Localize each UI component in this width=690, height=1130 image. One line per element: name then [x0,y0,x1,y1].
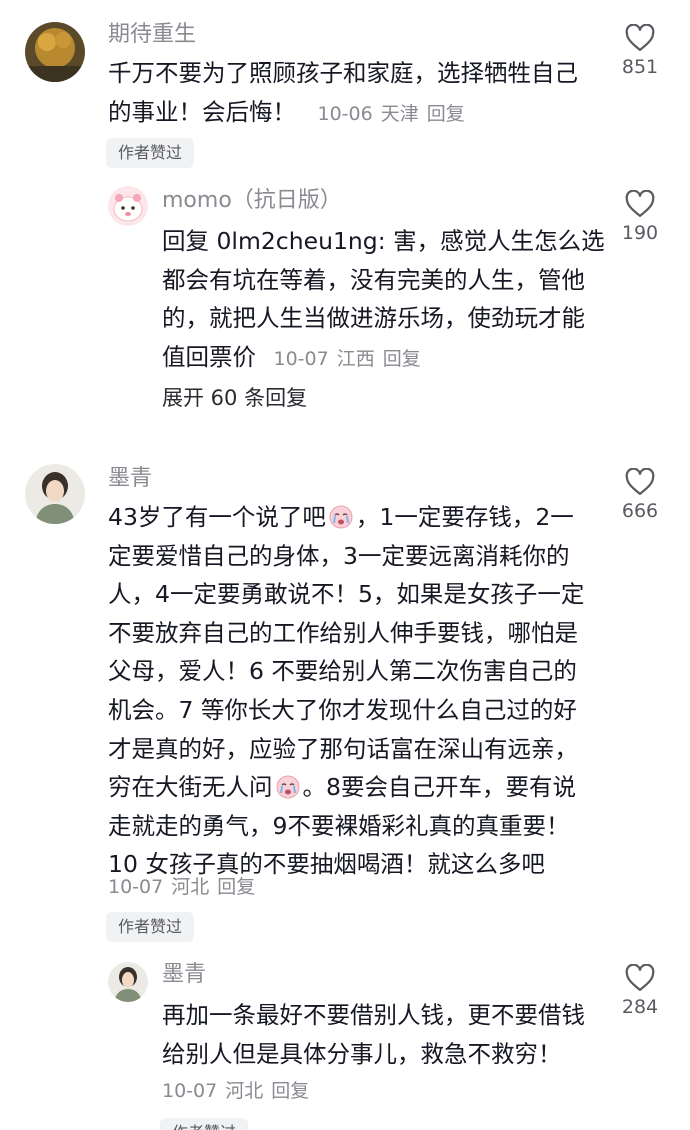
like-button[interactable]: 851 [612,24,668,78]
comment-date: 10-07 [108,876,164,898]
text-fragment: 的事业！会后悔！ [108,97,296,126]
crying-face-emoji-icon [329,505,353,529]
text-line: 人，4一定要勇敢说不！5，如果是女孩子一定 [108,580,585,609]
reply-text: 再加一条最好不要借别人钱，更不要借钱 给别人但是具体分事儿，救急不救穷！ [162,996,585,1073]
comment-date: 10-07 [273,347,329,370]
comment-meta: 10-07 河北 回复 [162,1076,317,1103]
comment-author[interactable]: 墨青 [108,464,152,494]
like-count: 284 [621,996,659,1018]
reply-link[interactable]: 回复 [383,348,421,370]
expand-replies-button[interactable]: 展开 60 条回复 [162,382,307,412]
text-fragment: 穷在大街无人问 [108,773,273,802]
comment-location: 江西 [336,347,375,370]
comment-date: 10-06 [317,102,373,125]
text-fragment: ，1一定要存钱，2一 [355,503,574,531]
text-line: 定要爱惜自己的身体，3一定要远离消耗你的 [108,541,570,570]
comment-text: 千万不要为了照顾孩子和家庭，选择牺牲自己 的事业！会后悔！ 10-06 天津 回复 [108,54,578,133]
text-line: 千万不要为了照顾孩子和家庭，选择牺牲自己 [108,59,578,87]
heart-outline-icon [625,190,655,217]
reply-author[interactable]: momo（抗日版） [162,186,342,216]
comment-location: 河北 [171,876,210,898]
comment-text: 43岁了有一个说了吧 ，1一定要存钱，2一 定要爱惜自己的身体，3一定要远离消耗你… [108,498,584,884]
like-count: 666 [621,500,659,522]
author-liked-tag: 作者赞过 [160,1118,249,1130]
text-line: 不要放弃自己的工作给别人伸手要钱，哪怕是 [108,618,578,647]
text-fragment: 43岁了有一个说了吧 [108,503,326,531]
like-button[interactable]: 190 [612,190,668,244]
reply-text: 回复 0lm2cheu1ng: 害，感觉人生怎么选 都会有坑在等着，没有完美的人… [162,222,605,378]
comment-meta: 10-07 河北 回复 [108,872,263,899]
text-line: 走就走的勇气，9不要裸婚彩礼真的真重要！ [108,811,570,840]
heart-outline-icon [625,964,655,991]
avatar[interactable] [108,186,148,226]
text-line: 回复 0lm2cheu1ng: 害，感觉人生怎么选 [162,227,605,255]
text-line: 再加一条最好不要借别人钱，更不要借钱 [162,1001,585,1029]
text-line: 父母，爱人！6 不要给别人第二次伤害自己的 [108,657,577,686]
like-count: 851 [621,56,659,78]
text-line: 给别人但是具体分事儿，救急不救穷！ [162,1039,562,1068]
author-liked-tag: 作者赞过 [106,138,195,168]
heart-outline-icon [625,24,655,51]
text-line: 穷在大街无人问 。8要会自己开车，要有说 [108,768,584,807]
text-fragment: 。8要会自己开车，要有说 [302,773,576,802]
reply-link[interactable]: 回复 [427,103,465,125]
text-line: 才是真的好，应验了那句话富在深山有远亲， [108,734,578,763]
comment-meta: 10-06 天津 回复 [317,103,472,125]
comment-meta: 10-07 江西 回复 [273,348,428,370]
reply-link[interactable]: 回复 [271,1080,309,1102]
like-count: 190 [621,222,659,244]
comment-date: 10-07 [162,1080,218,1102]
text-line: 43岁了有一个说了吧 ，1一定要存钱，2一 [108,498,584,537]
text-line: 都会有坑在等着，没有完美的人生，管他 [162,265,585,294]
reply-author[interactable]: 墨青 [162,960,206,990]
comment-location: 河北 [225,1080,264,1102]
text-line: 机会。7 等你长大了你才发现什么自己过的好 [108,695,577,724]
comment-author[interactable]: 期待重生 [108,20,196,50]
text-line: 的事业！会后悔！ 10-06 天津 回复 [108,93,578,134]
crying-face-emoji-icon [276,775,299,799]
avatar[interactable] [108,962,148,1002]
reply-link[interactable]: 回复 [217,876,255,898]
text-fragment: 值回票价 [162,342,256,371]
avatar[interactable] [25,22,85,82]
text-line: 的，就把人生当做进游乐场，使劲玩才能 [162,304,585,333]
like-button[interactable]: 666 [612,468,668,522]
author-liked-tag: 作者赞过 [106,912,195,942]
text-line: 值回票价 10-07 江西 回复 [162,338,605,379]
avatar[interactable] [25,464,85,524]
like-button[interactable]: 284 [612,964,668,1018]
comment-location: 天津 [380,102,419,125]
heart-outline-icon [625,468,655,495]
